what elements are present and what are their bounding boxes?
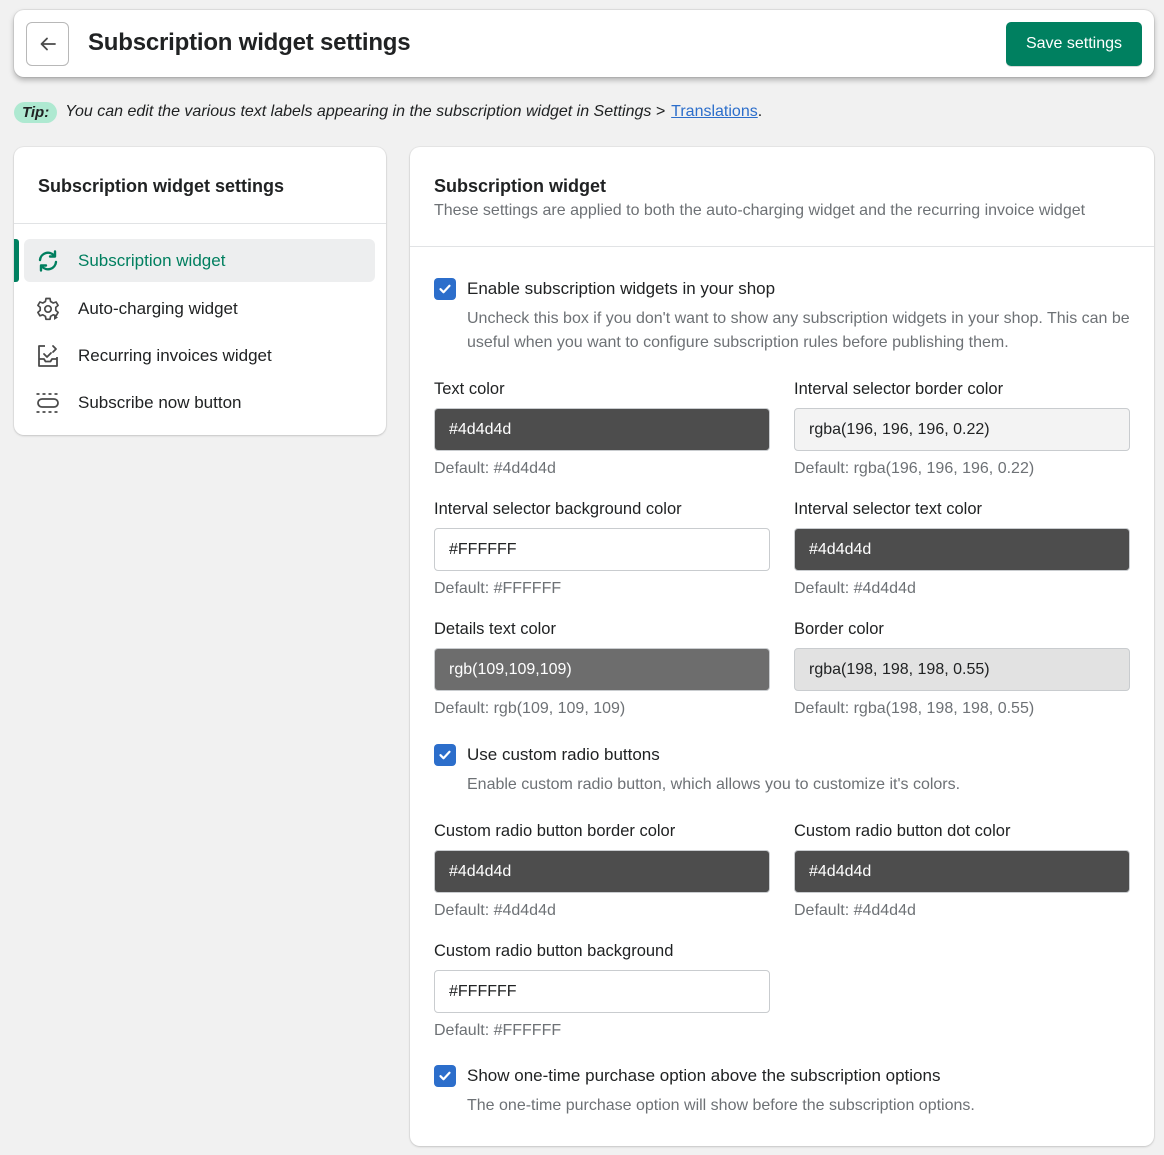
enable-widgets-checkbox[interactable] [434,278,456,300]
checkmark-icon [439,750,451,760]
active-indicator [14,239,19,282]
border-color-input[interactable] [794,648,1130,691]
invoice-icon [34,342,62,370]
field-label: Custom radio button background [434,942,674,960]
radio-bg-color-input[interactable] [434,970,770,1013]
field-label: Interval selector background color [434,500,682,518]
refresh-icon [34,247,62,275]
field-label: Interval selector text color [794,500,982,518]
interval-text-color-field: Interval selector text color Default: #4… [794,500,1130,598]
custom-radio-row: Use custom radio buttons [434,744,660,766]
radio-dot-color-input[interactable] [794,850,1130,893]
sidebar-divider [14,223,386,224]
custom-radio-label: Use custom radio buttons [467,745,660,764]
tip-suffix: . [757,103,763,120]
button-icon [34,389,62,417]
radio-dot-color-field: Custom radio button dot color Default: #… [794,822,1130,920]
field-default: Default: #FFFFFF [434,580,562,597]
field-label: Interval selector border color [794,380,1004,398]
top-bar: Subscription widget settings Save settin… [14,10,1154,77]
sidebar-item-label: Subscribe now button [78,392,242,412]
details-text-color-field: Details text color Default: rgb(109, 109… [434,620,770,718]
interval-bg-color-input[interactable] [434,528,770,571]
custom-radio-help: Enable custom radio button, which allows… [467,776,961,793]
field-label: Details text color [434,620,556,638]
sidebar-item-label: Recurring invoices widget [78,345,272,365]
section-title: Subscription widget [434,176,607,196]
field-label: Text color [434,380,505,398]
field-default: Default: rgb(109, 109, 109) [434,700,626,717]
arrow-left-icon [40,37,56,51]
custom-radio-checkbox[interactable] [434,744,456,766]
sidebar-item-subscribe-now-button[interactable]: Subscribe now button [24,381,375,424]
settings-card: Subscription widget These settings are a… [410,147,1154,1146]
gear-icon [34,295,62,323]
text-color-field: Text color Default: #4d4d4d [434,380,770,478]
field-default: Default: #4d4d4d [794,580,916,597]
interval-text-color-input[interactable] [794,528,1130,571]
section-divider [410,246,1154,247]
tip-text: You can edit the various text labels app… [65,103,666,120]
interval-border-color-input[interactable] [794,408,1130,451]
sidebar-item-auto-charging-widget[interactable]: Auto-charging widget [24,287,375,330]
sidebar-item-label: Auto-charging widget [78,298,238,318]
tip-banner: Tip: You can edit the various text label… [14,99,762,125]
field-label: Custom radio button border color [434,822,676,840]
radio-border-color-input[interactable] [434,850,770,893]
field-default: Default: rgba(198, 198, 198, 0.55) [794,700,1035,717]
details-text-color-input[interactable] [434,648,770,691]
field-label: Border color [794,620,884,638]
page-title: Subscription widget settings [88,29,411,56]
sidebar: Subscription widget settings Subscriptio… [14,147,386,435]
radio-border-color-field: Custom radio button border color Default… [434,822,770,920]
one-time-purchase-row: Show one-time purchase option above the … [434,1065,940,1087]
interval-border-color-field: Interval selector border color Default: … [794,380,1130,478]
section-subtitle: These settings are applied to both the a… [434,202,1086,219]
checkmark-icon [439,284,451,294]
sidebar-title: Subscription widget settings [38,176,285,196]
interval-bg-color-field: Interval selector background color Defau… [434,500,770,598]
sidebar-item-recurring-invoices-widget[interactable]: Recurring invoices widget [24,334,375,377]
radio-bg-color-field: Custom radio button background Default: … [434,942,770,1040]
one-time-purchase-checkbox[interactable] [434,1065,456,1087]
enable-widgets-label: Enable subscription widgets in your shop [467,279,776,298]
save-settings-button[interactable]: Save settings [1006,22,1142,66]
field-label: Custom radio button dot color [794,822,1011,840]
field-default: Default: #FFFFFF [434,1022,562,1039]
one-time-purchase-label: Show one-time purchase option above the … [467,1066,941,1085]
checkmark-icon [439,1071,451,1081]
field-default: Default: #4d4d4d [434,460,556,477]
text-color-input[interactable] [434,408,770,451]
field-default: Default: #4d4d4d [794,902,916,919]
translations-link[interactable]: Translations [671,103,758,121]
sidebar-item-subscription-widget[interactable]: Subscription widget [24,239,375,282]
one-time-purchase-help: The one-time purchase option will show b… [467,1097,975,1114]
tip-badge: Tip: [14,101,58,123]
enable-widgets-help: Uncheck this box if you don't want to sh… [467,310,1130,351]
enable-widgets-row: Enable subscription widgets in your shop [434,278,775,300]
field-default: Default: rgba(196, 196, 196, 0.22) [794,460,1035,477]
field-default: Default: #4d4d4d [434,902,556,919]
sidebar-item-label: Subscription widget [78,250,226,270]
back-button[interactable] [26,22,69,66]
border-color-field: Border color Default: rgba(198, 198, 198… [794,620,1130,718]
